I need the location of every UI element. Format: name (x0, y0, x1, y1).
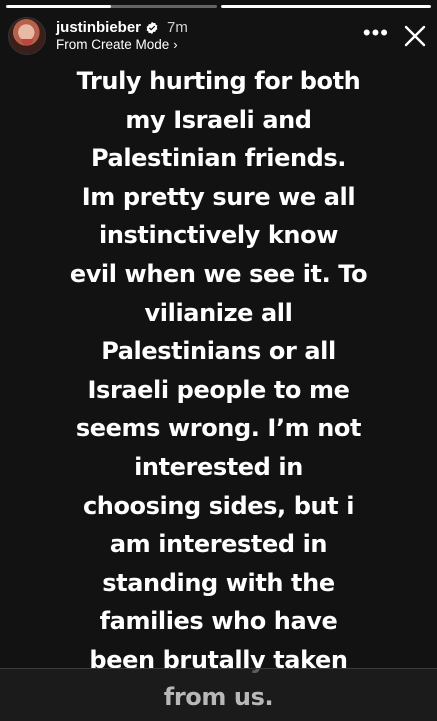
username[interactable]: justinbieber (56, 19, 141, 36)
story-text-line: Israeli people to me (87, 375, 350, 404)
story-time: 7m (167, 19, 188, 36)
story-text-line: am interested in (109, 530, 328, 559)
close-icon[interactable] (403, 24, 427, 48)
progress-segment (6, 5, 217, 8)
progress-fill (220, 5, 431, 8)
verified-badge-icon (146, 21, 158, 34)
story-text-line: families who have (99, 607, 338, 636)
story-text-last-line: from us. (163, 683, 274, 711)
story-text-line: Im pretty sure we all (81, 182, 356, 211)
story-text-line: evil when we see it. To (69, 259, 368, 288)
avatar-detail (21, 39, 33, 45)
username-row: justinbieber 7m (56, 19, 188, 36)
story-meta: justinbieber 7m From Create Mode › (56, 19, 188, 53)
story-text-line: seems wrong. I’m not (75, 414, 362, 443)
story-text-line: my Israeli and (125, 105, 312, 134)
story-text-line: Palestinians or all (101, 337, 336, 366)
story-text-line: instinctively know (99, 221, 338, 250)
more-dots-icon[interactable]: ••• (363, 22, 389, 50)
create-mode-link[interactable]: From Create Mode › (56, 36, 188, 53)
story-viewer: justinbieber 7m From Create Mode › ••• T… (0, 0, 437, 721)
story-text: Truly hurting for both my Israeli and Pale… (40, 62, 397, 680)
progress-fill (6, 5, 112, 8)
story-text-line: choosing sides, but i (82, 491, 355, 520)
story-progress (6, 5, 431, 8)
avatar[interactable] (8, 17, 46, 55)
story-text-line: interested in (134, 452, 303, 481)
progress-segment (220, 5, 431, 8)
subtitle: From Create Mode (56, 37, 170, 52)
story-text-line: Palestinian friends. (90, 144, 347, 173)
header-actions: ••• (363, 22, 429, 50)
story-text-line: Truly hurting for both (76, 67, 361, 95)
chevron-right-icon: › (173, 37, 178, 52)
story-text-line: vilianize all (144, 298, 293, 327)
story-text-line: standing with the (102, 568, 335, 597)
story-header: justinbieber 7m From Create Mode › ••• (8, 16, 429, 56)
